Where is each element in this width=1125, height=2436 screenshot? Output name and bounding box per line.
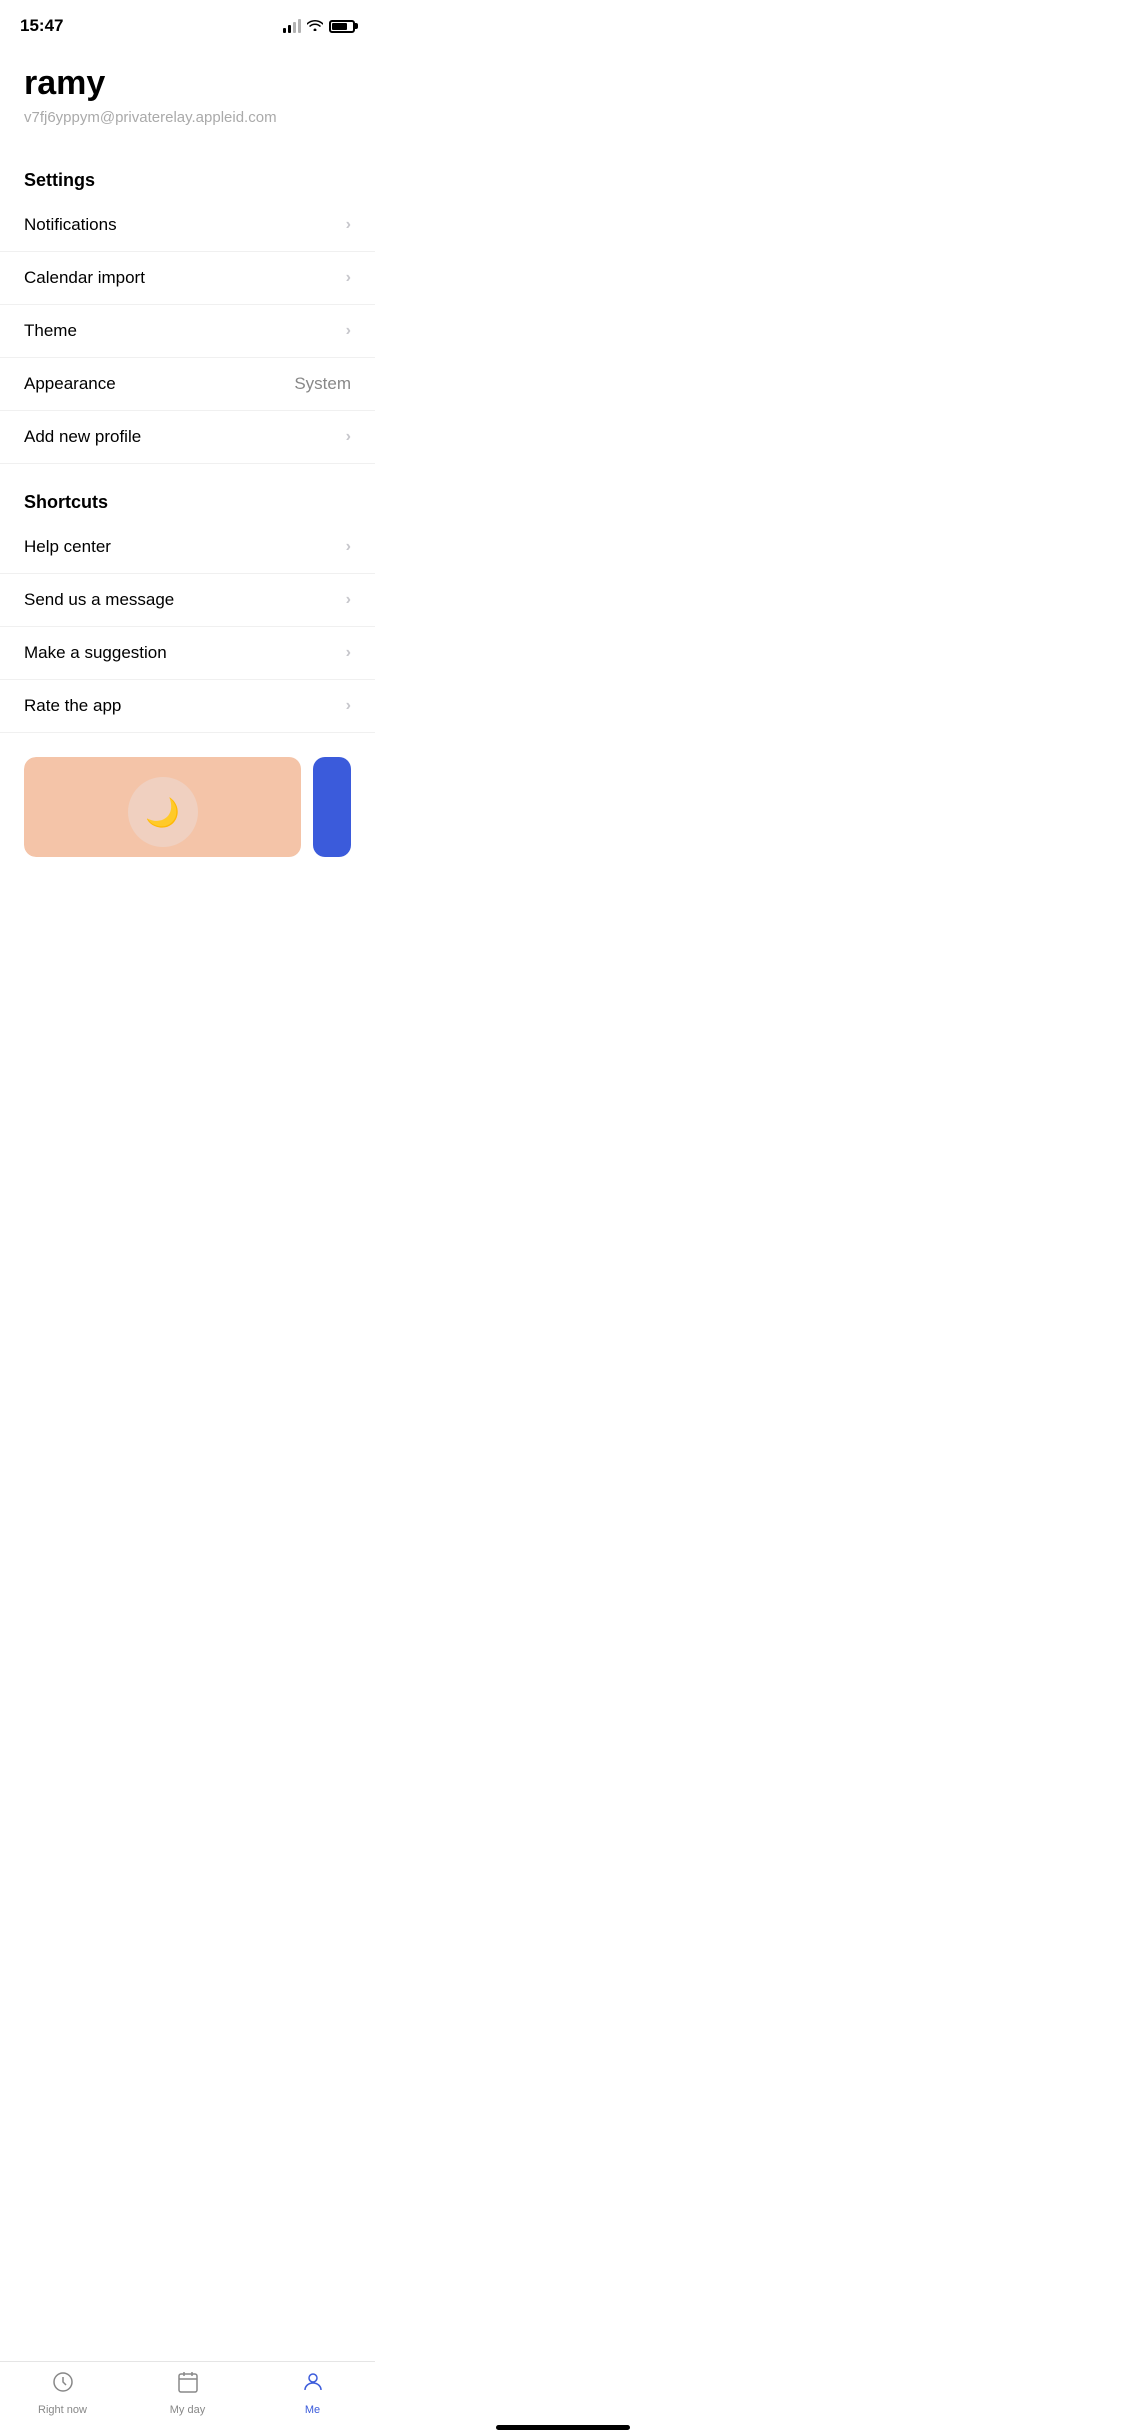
help-center-label: Help center	[24, 537, 111, 557]
help-center-item[interactable]: Help center ›	[0, 521, 375, 574]
settings-section: Settings Notifications › Calendar import…	[0, 150, 375, 464]
signal-icon	[283, 19, 301, 33]
chevron-icon: ›	[346, 538, 351, 556]
person-icon	[301, 2370, 325, 2400]
add-new-profile-right: ›	[346, 428, 351, 446]
status-bar: 15:47	[0, 0, 375, 44]
tab-me[interactable]: Me	[250, 2370, 375, 2416]
add-new-profile-item[interactable]: Add new profile ›	[0, 411, 375, 464]
theme-right: ›	[346, 322, 351, 340]
appearance-item[interactable]: Appearance System	[0, 358, 375, 411]
add-new-profile-label: Add new profile	[24, 427, 141, 447]
calendar-import-label: Calendar import	[24, 268, 145, 288]
chevron-icon: ›	[346, 216, 351, 234]
chevron-icon: ›	[346, 428, 351, 446]
theme-item[interactable]: Theme ›	[0, 305, 375, 358]
moon-icon: 🌙	[145, 796, 180, 829]
main-content: ramy v7fj6yppym@privaterelay.appleid.com…	[0, 44, 375, 957]
tab-right-now[interactable]: Right now	[0, 2370, 125, 2416]
send-message-label: Send us a message	[24, 590, 174, 610]
send-message-item[interactable]: Send us a message ›	[0, 574, 375, 627]
theme-label: Theme	[24, 321, 77, 341]
appearance-value: System	[294, 374, 351, 394]
rate-app-right: ›	[346, 697, 351, 715]
banner-section: 🌙	[0, 741, 375, 857]
chevron-icon: ›	[346, 269, 351, 287]
notifications-item[interactable]: Notifications ›	[0, 199, 375, 252]
profile-section: ramy v7fj6yppym@privaterelay.appleid.com	[0, 44, 375, 150]
shortcuts-header: Shortcuts	[0, 472, 375, 521]
clock-icon	[51, 2370, 75, 2400]
notifications-right: ›	[346, 216, 351, 234]
battery-icon	[329, 20, 355, 33]
moon-circle: 🌙	[128, 777, 198, 847]
calendar-import-right: ›	[346, 269, 351, 287]
calendar-icon	[176, 2370, 200, 2400]
notifications-label: Notifications	[24, 215, 117, 235]
profile-name: ramy	[24, 64, 351, 103]
help-center-right: ›	[346, 538, 351, 556]
settings-header: Settings	[0, 150, 375, 199]
tab-my-day-label: My day	[170, 2404, 205, 2416]
tab-right-now-label: Right now	[38, 2404, 87, 2416]
shortcuts-section: Shortcuts Help center › Send us a messag…	[0, 472, 375, 733]
profile-email: v7fj6yppym@privaterelay.appleid.com	[24, 109, 351, 126]
tab-bar: Right now My day Me	[0, 2361, 375, 2436]
status-time: 15:47	[20, 16, 63, 36]
tab-me-label: Me	[305, 2404, 320, 2416]
wifi-icon	[307, 18, 323, 34]
status-icons	[283, 18, 355, 34]
send-message-right: ›	[346, 591, 351, 609]
calendar-import-item[interactable]: Calendar import ›	[0, 252, 375, 305]
make-suggestion-item[interactable]: Make a suggestion ›	[0, 627, 375, 680]
chevron-icon: ›	[346, 591, 351, 609]
banner-container: 🌙	[24, 757, 351, 857]
rate-app-label: Rate the app	[24, 696, 121, 716]
chevron-icon: ›	[346, 322, 351, 340]
make-suggestion-right: ›	[346, 644, 351, 662]
banner-card-blue	[313, 757, 351, 857]
rate-app-item[interactable]: Rate the app ›	[0, 680, 375, 733]
chevron-icon: ›	[346, 644, 351, 662]
make-suggestion-label: Make a suggestion	[24, 643, 167, 663]
tab-my-day[interactable]: My day	[125, 2370, 250, 2416]
chevron-icon: ›	[346, 697, 351, 715]
appearance-label: Appearance	[24, 374, 116, 394]
home-indicator	[496, 2425, 630, 2430]
banner-card-pink: 🌙	[24, 757, 301, 857]
appearance-right: System	[294, 374, 351, 394]
